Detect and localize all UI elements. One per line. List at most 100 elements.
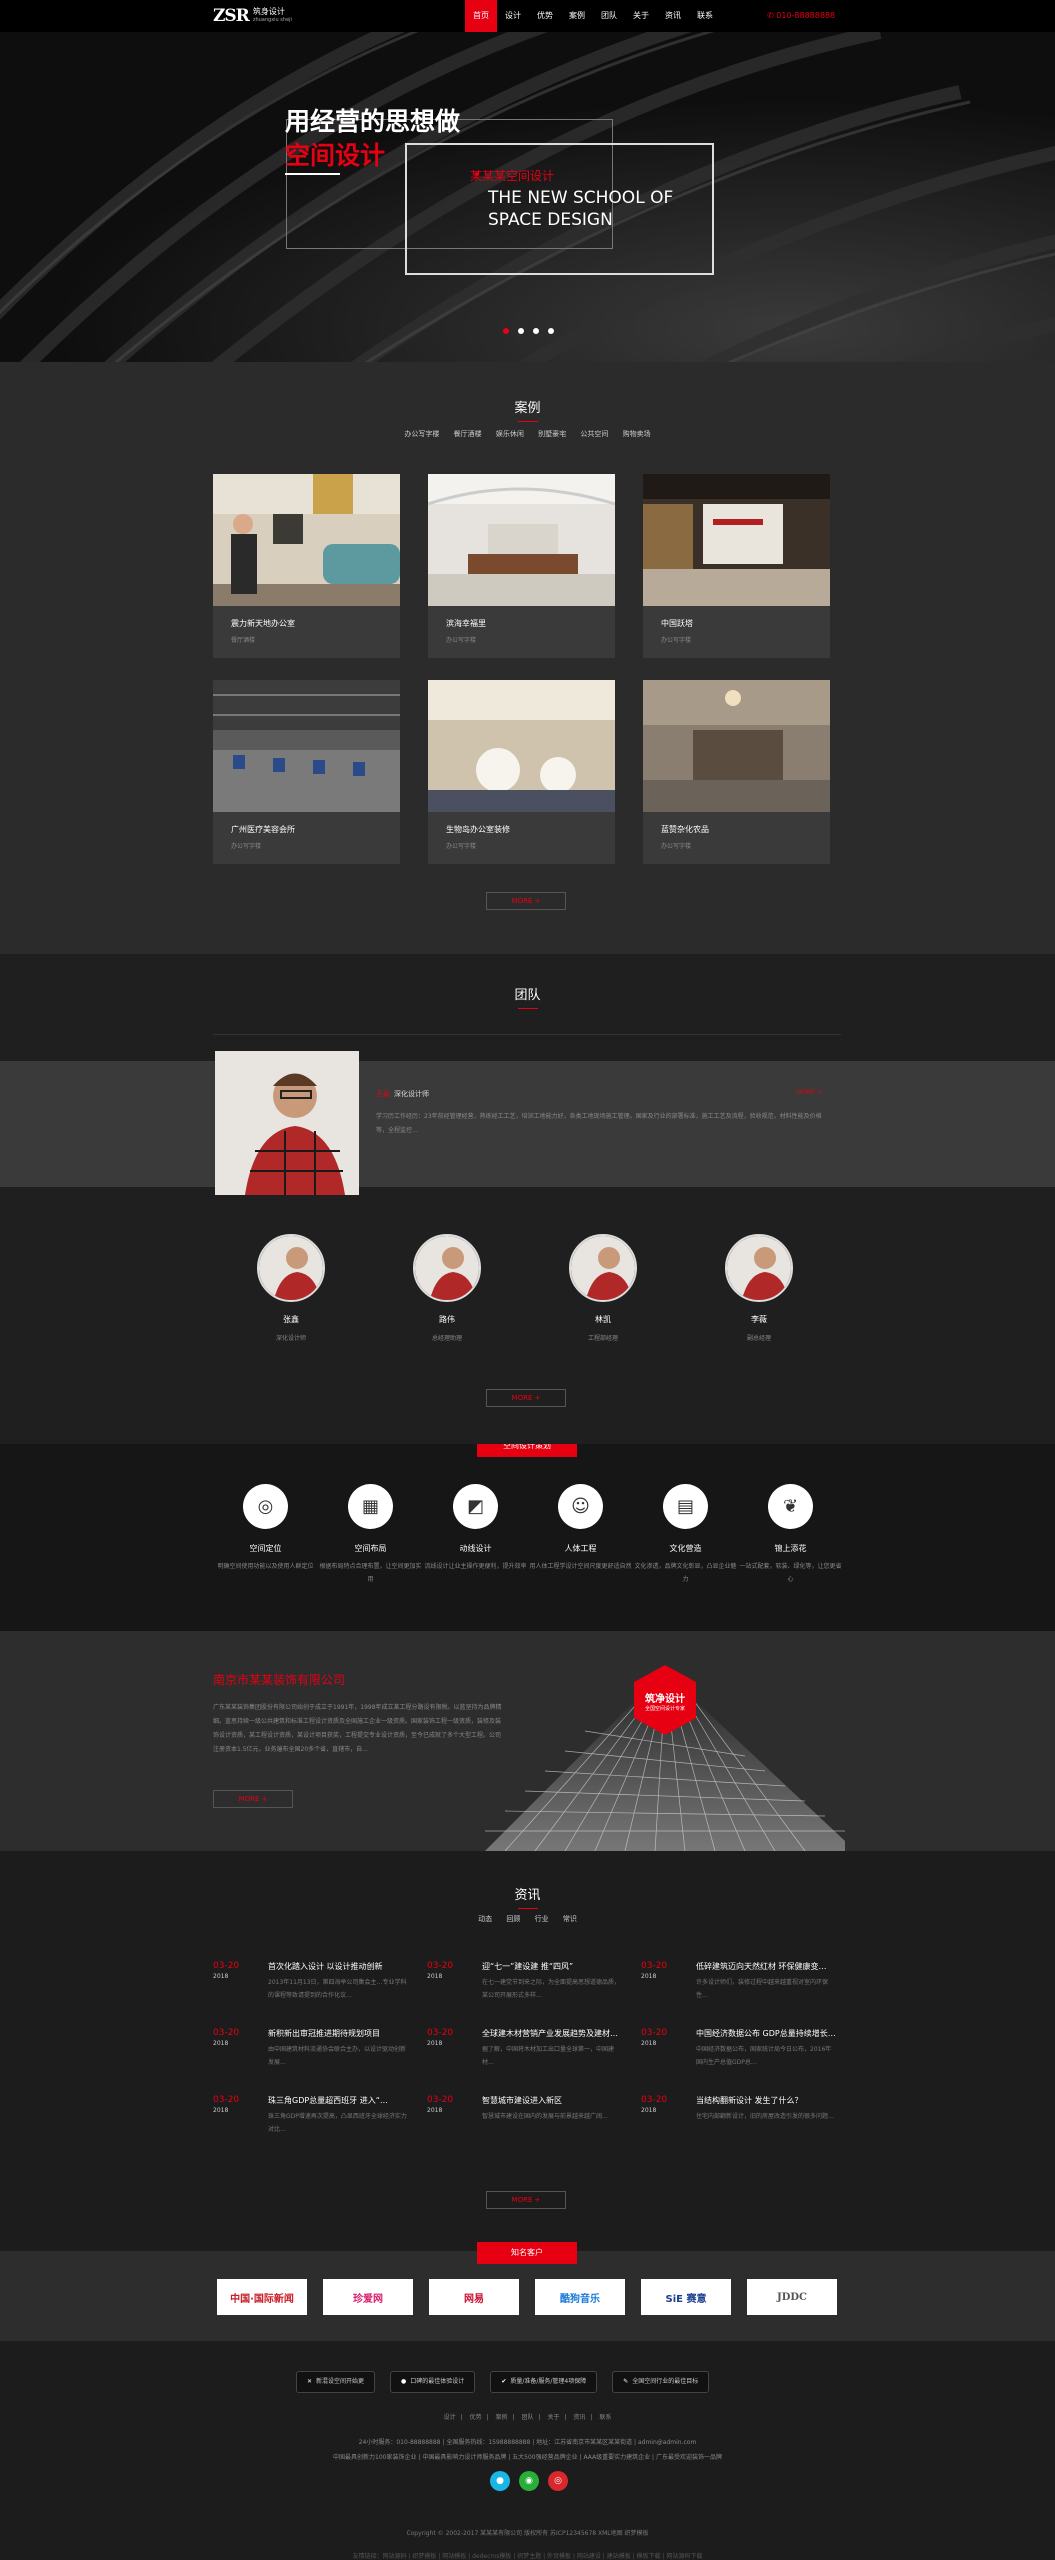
news-title[interactable]: 全球建木材营销产业发展趋势及建材… xyxy=(482,2028,622,2039)
case-image[interactable] xyxy=(428,474,615,606)
client-logo[interactable]: 酷狗音乐 xyxy=(535,2279,625,2315)
client-logo[interactable]: SiE 赛意 xyxy=(641,2279,731,2315)
member-avatar[interactable] xyxy=(725,1234,793,1302)
member-avatar[interactable] xyxy=(257,1234,325,1302)
news-item[interactable]: 03-20 2018 全球建木材营销产业发展趋势及建材… 据了解，中国将木材加工出口量… xyxy=(427,2028,641,2069)
planning-item[interactable]: ▤ 文化营造 文化渗透，品牌文化彰显，凸显企业魅力 xyxy=(633,1484,738,1586)
news-item[interactable]: 03-20 2018 迎“七一”建设建 推“四风” 在七一建党节到来之际，为全面提高思… xyxy=(427,1961,641,2002)
case-tab[interactable]: 办公写字楼 xyxy=(404,430,439,438)
slider-dot-2[interactable] xyxy=(518,328,524,334)
case-card[interactable]: 蓝赞杂化农品 办公写字楼 xyxy=(643,680,830,864)
slider-dot-3[interactable] xyxy=(533,328,539,334)
slider-dot-1[interactable] xyxy=(503,328,509,334)
cases-more-button[interactable]: MORE + xyxy=(486,892,566,910)
planning-item[interactable]: ◩ 动线设计 流线设计让业主操作更便利，提升效率 xyxy=(423,1484,528,1586)
case-tab[interactable]: 别墅豪宅 xyxy=(538,430,566,438)
site-logo[interactable]: ZSR 筑身设计 zhuangxiu sheji xyxy=(213,6,292,26)
news-item[interactable]: 03-20 2018 低碎建筑迈向天然红材 环保健康变… 许多设计师们，装修过程中越来… xyxy=(641,1961,855,2002)
planning-item[interactable]: ▦ 空间布局 根据布局特点合理布置，让空间更加实用 xyxy=(318,1484,423,1586)
about-more-button[interactable]: MORE + xyxy=(213,1790,293,1808)
client-logo[interactable]: 中国·国际新闻 xyxy=(217,2279,307,2315)
nav-cases[interactable]: 案例 xyxy=(561,0,593,32)
banner-underline xyxy=(285,173,340,175)
news-title[interactable]: 当结构翻新设计 发生了什么？ xyxy=(696,2095,836,2106)
footer-promise[interactable]: ● 口碑的最佳体验设计 xyxy=(390,2371,476,2393)
news-title[interactable]: 智慧城市建设进入新区 xyxy=(482,2095,622,2106)
news-title[interactable]: 中国经济数据公布 GDP总量持续增长… xyxy=(696,2028,836,2039)
case-card[interactable]: 广州医疗美容会所 办公写字楼 xyxy=(213,680,400,864)
footer-nav-link[interactable]: 关于 xyxy=(547,2414,559,2421)
nav-advantage[interactable]: 优势 xyxy=(529,0,561,32)
footer-nav-link[interactable]: 优势 xyxy=(470,2414,482,2421)
team-member[interactable]: 路伟 总经理助理 xyxy=(369,1234,525,1342)
case-tab[interactable]: 餐厅酒楼 xyxy=(454,430,482,438)
qq-icon[interactable]: ● xyxy=(490,2471,510,2491)
news-date: 03-20 2018 xyxy=(213,2028,240,2047)
nav-news[interactable]: 资讯 xyxy=(657,0,689,32)
news-title[interactable]: 低碎建筑迈向天然红材 环保健康变… xyxy=(696,1961,836,1972)
client-logo[interactable]: JDDC xyxy=(747,2279,837,2315)
case-tab[interactable]: 娱乐休闲 xyxy=(496,430,524,438)
footer-nav-link[interactable]: 联系 xyxy=(599,2414,611,2421)
slider-dot-4[interactable] xyxy=(548,328,554,334)
team-member[interactable]: 林凯 工程部经理 xyxy=(525,1234,681,1342)
case-image[interactable] xyxy=(428,680,615,812)
case-image[interactable] xyxy=(643,474,830,606)
case-card[interactable]: 中国跃塔 办公写字楼 xyxy=(643,474,830,658)
weibo-icon[interactable]: ◎ xyxy=(548,2471,568,2491)
news-item[interactable]: 03-20 2018 新积新出审冠推进期待规划项目由中国建筑材料流通协会联合主办，以… xyxy=(213,2028,427,2069)
leader-photo[interactable] xyxy=(215,1051,359,1195)
news-title[interactable]: 珠三角GDP总量超西班牙 进入“… xyxy=(268,2095,408,2106)
footer-promise[interactable]: ✔ 质量/准备/服务/管理4项保障 xyxy=(490,2371,598,2393)
member-avatar[interactable] xyxy=(413,1234,481,1302)
footer-nav-link[interactable]: 设计 xyxy=(444,2414,456,2421)
news-item[interactable]: 03-20 2018 中国经济数据公布 GDP总量持续增长… 中国经济数据公布，国家统… xyxy=(641,2028,855,2069)
member-avatar[interactable] xyxy=(569,1234,637,1302)
nav-about[interactable]: 关于 xyxy=(625,0,657,32)
news-item[interactable]: 03-20 2018 智慧城市建设进入新区 智慧城市建设在国内的发展与前景越来越广阔… xyxy=(427,2095,641,2136)
member-name: 张鑫 xyxy=(283,1315,299,1324)
wechat-icon[interactable]: ◉ xyxy=(519,2471,539,2491)
case-image[interactable] xyxy=(643,680,830,812)
leader-more-link[interactable]: MORE + xyxy=(797,1089,822,1096)
news-summary: 由中国建筑材料流通协会联合主办，以设计驱动创新发展… xyxy=(268,2046,407,2066)
news-more-button[interactable]: MORE + xyxy=(486,2191,566,2209)
footer-promise[interactable]: ✎ 全国空间行业的最佳目标 xyxy=(612,2371,710,2393)
client-logo[interactable]: 网易 xyxy=(429,2279,519,2315)
nav-home[interactable]: 首页 xyxy=(465,0,497,32)
team-member[interactable]: 李薇 副总经理 xyxy=(681,1234,837,1342)
person-icon: ☺ xyxy=(558,1484,603,1529)
news-title[interactable]: 首次化踏入设计 以设计推动创新 xyxy=(268,1961,408,1972)
case-image[interactable] xyxy=(213,474,400,606)
case-tab[interactable]: 购物卖场 xyxy=(623,430,651,438)
client-logo[interactable]: 珍爱网 xyxy=(323,2279,413,2315)
planning-item[interactable]: ☺ 人体工程 用人体工程学设计空间尺度更舒适自然 xyxy=(528,1484,633,1586)
footer-promise[interactable]: ✕ 新混设空间开始更 xyxy=(296,2371,376,2393)
footer-nav-link[interactable]: 案例 xyxy=(496,2414,508,2421)
nav-design[interactable]: 设计 xyxy=(497,0,529,32)
planning-item-desc: 文化渗透，品牌文化彰显，凸显企业魅力 xyxy=(634,1563,737,1583)
case-card[interactable]: 生物岛办公室装修 办公写字楼 xyxy=(428,680,615,864)
news-tab[interactable]: 回顾 xyxy=(506,1915,520,1923)
case-card[interactable]: 震力新天地办公室 餐厅酒楼 xyxy=(213,474,400,658)
case-image[interactable] xyxy=(213,680,400,812)
news-tab[interactable]: 常识 xyxy=(563,1915,577,1923)
planning-item[interactable]: ◎ 空间定位 明确空间使用功能以及使用人群定位 xyxy=(213,1484,318,1586)
case-card[interactable]: 滨海幸福里 办公写字楼 xyxy=(428,474,615,658)
news-item[interactable]: 03-20 2018 珠三角GDP总量超西班牙 进入“… 珠三角GDP增速再次提高，凸… xyxy=(213,2095,427,2136)
team-member[interactable]: 张鑫 深化设计师 xyxy=(213,1234,369,1342)
news-item[interactable]: 03-20 2018 当结构翻新设计 发生了什么？ 住宅内部翻新设计，旧的房屋改造引发… xyxy=(641,2095,855,2136)
news-title[interactable]: 新积新出审冠推进期待规划项目 xyxy=(268,2028,408,2039)
planning-item[interactable]: ❦ 锦上添花 一站式配套，软装、绿化等，让您更省心 xyxy=(738,1484,843,1586)
team-more-button[interactable]: MORE + xyxy=(486,1389,566,1407)
news-tab[interactable]: 动态 xyxy=(478,1915,492,1923)
news-title[interactable]: 迎“七一”建设建 推“四风” xyxy=(482,1961,622,1972)
footer-nav-link[interactable]: 资讯 xyxy=(573,2414,585,2421)
nav-contact[interactable]: 联系 xyxy=(689,0,721,32)
nav-team[interactable]: 团队 xyxy=(593,0,625,32)
news-item[interactable]: 03-20 2018 首次化踏入设计 以设计推动创新 2013年11月13日，第四海举… xyxy=(213,1961,427,2002)
news-tab[interactable]: 行业 xyxy=(535,1915,549,1923)
footer-nav-link[interactable]: 团队 xyxy=(521,2414,533,2421)
case-tab[interactable]: 公共空间 xyxy=(580,430,608,438)
about-section: 南京市某某装饰有限公司 广东某某装饰集团股份有限公司始创于成立于1991年，19… xyxy=(0,1631,1055,1851)
